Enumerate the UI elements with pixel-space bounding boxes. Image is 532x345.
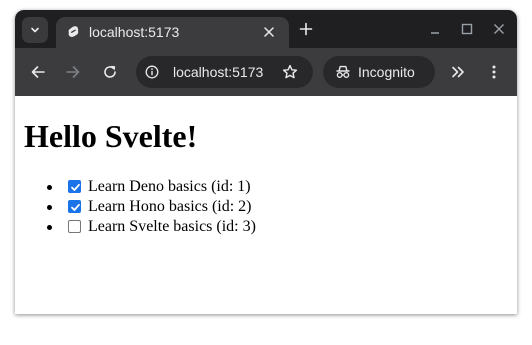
reload-icon[interactable] [102, 64, 118, 80]
chevron-down-icon [31, 27, 39, 33]
tab-strip: localhost:5173 [15, 10, 517, 48]
incognito-icon [336, 65, 350, 78]
address-url[interactable]: localhost:5173 [173, 64, 263, 80]
tab-search-button[interactable] [22, 17, 48, 43]
bookmark-star-icon[interactable] [282, 64, 298, 80]
maximize-icon[interactable] [461, 23, 473, 35]
close-tab-icon[interactable] [263, 26, 275, 38]
bullet-icon [47, 205, 52, 210]
todo-checkbox[interactable] [68, 200, 81, 213]
browser-window: localhost:5173 localhost:5173 Incognito … [15, 10, 517, 314]
address-bar[interactable]: localhost:5173 [136, 56, 313, 88]
todo-checkbox[interactable] [68, 180, 81, 193]
todo-label: Learn Hono basics (id: 2) [88, 198, 252, 215]
incognito-chip[interactable]: Incognito [323, 56, 435, 88]
svelte-favicon-icon [68, 26, 79, 37]
checkmark-icon [71, 203, 80, 211]
chevron-double-right-icon[interactable] [450, 64, 466, 80]
todo-label: Learn Svelte basics (id: 3) [88, 218, 256, 235]
incognito-label: Incognito [358, 64, 415, 80]
bullet-icon [47, 185, 52, 190]
todo-label: Learn Deno basics (id: 1) [88, 178, 251, 195]
tab-localhost[interactable]: localhost:5173 [56, 17, 289, 48]
back-arrow-icon[interactable] [30, 64, 46, 80]
new-tab-plus-icon[interactable] [299, 22, 313, 36]
tab-title: localhost:5173 [89, 24, 180, 40]
page-title: Hello Svelte! [24, 118, 198, 154]
bullet-icon [47, 225, 52, 230]
forward-arrow-icon[interactable] [65, 64, 81, 80]
page-content: Hello Svelte! Learn Deno basics (id: 1) L… [15, 96, 517, 314]
checkmark-icon [71, 183, 80, 191]
minimize-icon[interactable] [429, 23, 441, 35]
close-window-icon[interactable] [493, 23, 505, 35]
site-info-icon[interactable] [145, 65, 159, 79]
browser-toolbar: localhost:5173 Incognito [15, 48, 517, 96]
todo-checkbox[interactable] [68, 220, 81, 233]
kebab-menu-icon[interactable] [486, 64, 502, 80]
